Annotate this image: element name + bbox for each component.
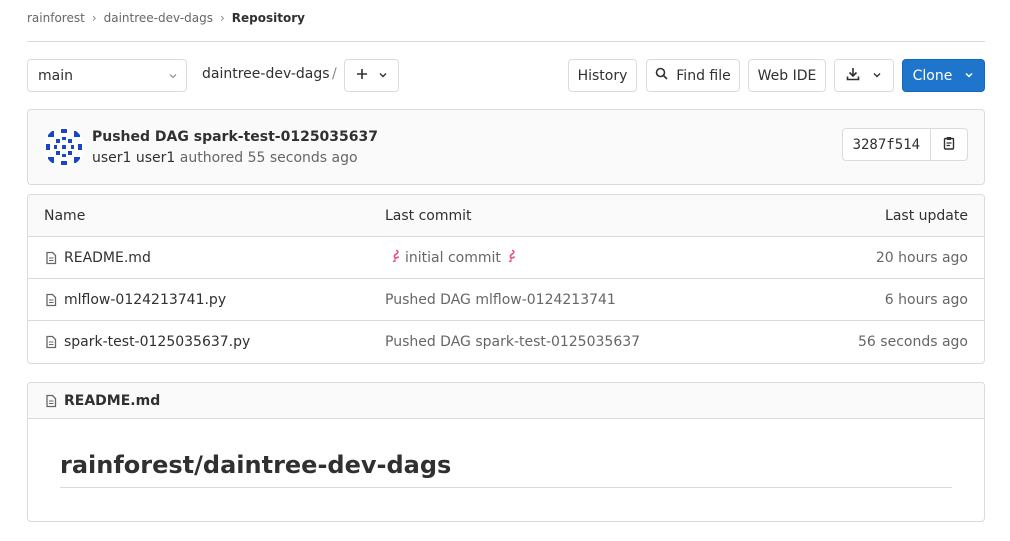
add-dropdown-button[interactable] [344,59,399,92]
flamingo-icon [505,249,517,267]
readme-panel: README.md rainforest/daintree-dev-dags [27,382,985,522]
chevron-down-icon [964,68,974,84]
path-separator: / [332,66,337,82]
branch-name: main [38,67,73,84]
search-icon [655,67,668,84]
clone-button[interactable]: Clone [902,59,985,92]
commit-message-link[interactable]: Pushed DAG mlflow-0124213741 [385,279,616,321]
breadcrumb-current[interactable]: Repository [232,11,305,25]
table-row[interactable]: mlflow-0124213741.py Pushed DAG mlflow-0… [28,279,984,321]
file-name-cell: mlflow-0124213741.py [44,279,226,321]
file-icon [44,251,58,265]
last-commit-cell: initial commit [385,237,521,279]
readme-filename[interactable]: README.md [64,393,160,409]
find-file-label: Find file [676,67,731,84]
file-name-cell: spark-test-0125035637.py [44,321,250,363]
commit-sha-group: 3287f514 [841,128,968,161]
file-icon [44,394,58,408]
table-row[interactable]: README.md initial commit 20 hours ago [28,237,984,279]
clone-label: Clone [912,67,953,84]
chevron-right-icon: › [91,10,97,25]
breadcrumb: rainforest › daintree-dev-dags › Reposit… [27,0,985,42]
download-icon [846,67,860,85]
plus-icon [356,68,368,84]
web-ide-button[interactable]: Web IDE [748,59,826,92]
commit-title[interactable]: Pushed DAG spark-test-0125035637 [92,129,378,145]
file-table: Name Last commit Last update README.md i… [27,194,985,364]
breadcrumb-item-project[interactable]: daintree-dev-dags [104,11,213,25]
flamingo-icon [389,249,401,267]
breadcrumb-item-group[interactable]: rainforest [27,11,85,25]
column-header-last-commit: Last commit [385,208,472,224]
avatar[interactable] [44,127,84,167]
file-link[interactable]: README.md [64,250,151,266]
chevron-down-icon [378,68,388,84]
repo-path-link[interactable]: daintree-dev-dags [202,66,330,82]
clipboard-icon [942,136,956,154]
table-header: Name Last commit Last update [28,195,984,237]
table-row[interactable]: spark-test-0125035637.py Pushed DAG spar… [28,321,984,363]
last-update-cell: 56 seconds ago [858,334,968,350]
commit-meta: user1 user1 authored 55 seconds ago [92,150,358,166]
last-update-cell: 6 hours ago [884,292,968,308]
file-icon [44,293,58,307]
column-header-last-update: Last update [885,208,968,224]
download-dropdown-button[interactable] [834,59,894,92]
commit-author[interactable]: user1 user1 [92,150,175,166]
file-link[interactable]: mlflow-0124213741.py [64,292,226,308]
branch-selector[interactable]: main [27,59,187,92]
repository-page: rainforest › daintree-dev-dags › Reposit… [27,0,985,522]
file-name-cell: README.md [44,237,151,279]
last-commit-box: Pushed DAG spark-test-0125035637 user1 u… [27,109,985,185]
commit-message-link[interactable]: Pushed DAG spark-test-0125035637 [385,321,640,363]
column-header-name: Name [44,208,86,224]
readme-header: README.md [28,383,984,419]
commit-message-link[interactable]: initial commit [405,250,501,266]
chevron-down-icon [168,69,178,85]
commit-time: authored 55 seconds ago [179,150,358,166]
file-icon [44,335,58,349]
find-file-button[interactable]: Find file [646,59,740,92]
commit-sha[interactable]: 3287f514 [841,128,931,161]
repo-toolbar: main daintree-dev-dags / History Find fi… [27,59,985,93]
last-update-cell: 20 hours ago [875,250,968,266]
history-button[interactable]: History [568,59,637,92]
chevron-right-icon: › [219,10,225,25]
readme-heading: rainforest/daintree-dev-dags [60,451,952,488]
file-link[interactable]: spark-test-0125035637.py [64,334,250,350]
readme-body: rainforest/daintree-dev-dags [28,419,984,488]
copy-sha-button[interactable] [931,128,968,161]
chevron-down-icon [872,68,882,84]
